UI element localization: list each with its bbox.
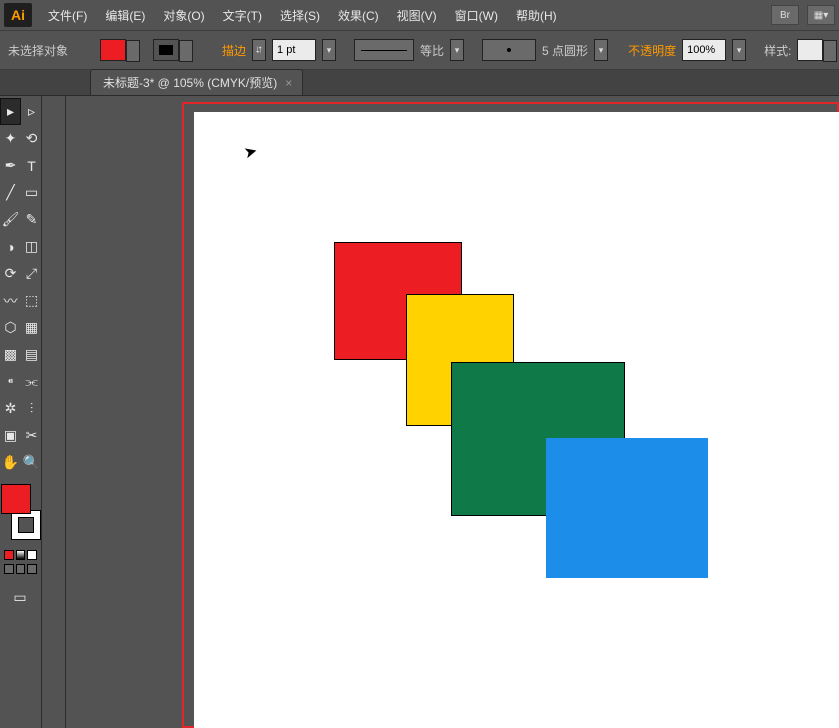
- brush-label: 5 点圆形: [542, 42, 588, 59]
- tool-blend[interactable]: ⫘: [21, 368, 42, 395]
- tool-magic-wand[interactable]: ✦: [0, 125, 21, 152]
- tool-direct-selection[interactable]: ▹: [21, 98, 42, 125]
- opacity-label: 不透明度: [628, 42, 676, 59]
- tool-gradient[interactable]: ▤: [21, 341, 42, 368]
- tool-type[interactable]: T: [21, 152, 42, 179]
- tool-hand[interactable]: ✋: [0, 449, 21, 476]
- workspace: ▸ ▹ ✦ ⟲ ✒ T ╱ ▭ 🖌 ✎ ◑ ◫ ⟳ ⤢ 〰 ⬚ ⬡ ▦ ▩ ▤ …: [0, 96, 839, 728]
- tool-scale[interactable]: ⤢: [21, 260, 42, 287]
- tool-free-transform[interactable]: ⬚: [21, 287, 42, 314]
- brush-menu[interactable]: ▾: [594, 39, 608, 61]
- no-selection-label: 未选择对象: [8, 42, 68, 59]
- menu-help[interactable]: 帮助(H): [508, 3, 565, 28]
- rect-blue[interactable]: [546, 438, 708, 578]
- stroke-weight-input[interactable]: 1 pt: [272, 39, 316, 61]
- menubar: Ai 文件(F) 编辑(E) 对象(O) 文字(T) 选择(S) 效果(C) 视…: [0, 0, 839, 30]
- style-label: 样式:: [764, 42, 791, 59]
- stroke-weight-menu[interactable]: ▾: [322, 39, 336, 61]
- cursor-icon: ➤: [242, 141, 260, 164]
- tool-artboard[interactable]: ▣: [0, 422, 21, 449]
- color-mode-solid[interactable]: [4, 550, 14, 560]
- tool-symbol-sprayer[interactable]: ✲: [0, 395, 21, 422]
- tool-graph[interactable]: ⫶: [21, 395, 42, 422]
- draw-mode-button[interactable]: ▭: [0, 584, 40, 611]
- tool-lasso[interactable]: ⟲: [21, 125, 42, 152]
- tool-slice[interactable]: ✂: [21, 422, 42, 449]
- fill-color-icon[interactable]: [1, 484, 31, 514]
- fill-swatch[interactable]: [100, 39, 126, 61]
- document-tab-title: 未标题-3* @ 105% (CMYK/预览): [103, 74, 277, 91]
- menu-file[interactable]: 文件(F): [40, 3, 95, 28]
- tool-pencil[interactable]: ✎: [21, 206, 42, 233]
- screen-mode-present[interactable]: [27, 564, 37, 574]
- bridge-button[interactable]: Br: [771, 5, 799, 25]
- menu-type[interactable]: 文字(T): [215, 3, 270, 28]
- tool-zoom[interactable]: 🔍: [21, 449, 42, 476]
- document-tab[interactable]: 未标题-3* @ 105% (CMYK/预览) ×: [90, 69, 303, 95]
- brush-preview[interactable]: [482, 39, 536, 61]
- tool-mesh[interactable]: ▩: [0, 341, 21, 368]
- tool-selection[interactable]: ▸: [0, 98, 21, 125]
- tools-panel: ▸ ▹ ✦ ⟲ ✒ T ╱ ▭ 🖌 ✎ ◑ ◫ ⟳ ⤢ 〰 ⬚ ⬡ ▦ ▩ ▤ …: [0, 96, 42, 728]
- document-tabs: 未标题-3* @ 105% (CMYK/预览) ×: [0, 70, 839, 96]
- screen-mode-full[interactable]: [16, 564, 26, 574]
- screen-mode-row: [0, 562, 41, 576]
- menu-window[interactable]: 窗口(W): [447, 3, 506, 28]
- options-bar: 未选择对象 描边 ⮃ 1 pt ▾ 等比 ▾ 5 点圆形 ▾ 不透明度 100%…: [0, 30, 839, 70]
- artboard[interactable]: ➤: [194, 112, 839, 728]
- stroke-swatch[interactable]: [153, 39, 179, 61]
- screen-mode-normal[interactable]: [4, 564, 14, 574]
- tool-shape-builder[interactable]: ⬡: [0, 314, 21, 341]
- tool-paintbrush[interactable]: 🖌: [0, 206, 21, 233]
- stroke-label: 描边: [222, 42, 246, 59]
- stroke-color-icon[interactable]: [11, 510, 41, 540]
- stroke-profile-preview[interactable]: [354, 39, 414, 61]
- document-tab-close[interactable]: ×: [285, 76, 292, 90]
- menu-object[interactable]: 对象(O): [155, 3, 212, 28]
- menu-view[interactable]: 视图(V): [389, 3, 445, 28]
- tool-width[interactable]: 〰: [0, 287, 21, 314]
- canvas-area[interactable]: ➤: [42, 96, 839, 728]
- menu-select[interactable]: 选择(S): [272, 3, 328, 28]
- tool-rotate[interactable]: ⟳: [0, 260, 21, 287]
- opacity-menu[interactable]: ▾: [732, 39, 746, 61]
- color-mode-gradient[interactable]: [16, 550, 26, 560]
- tool-perspective[interactable]: ▦: [21, 314, 42, 341]
- tool-blob-brush[interactable]: ◑: [0, 233, 21, 260]
- tool-rectangle[interactable]: ▭: [21, 179, 42, 206]
- tool-pen[interactable]: ✒: [0, 152, 21, 179]
- app-logo: Ai: [4, 3, 32, 27]
- tool-line[interactable]: ╱: [0, 179, 21, 206]
- color-mode-row: [0, 548, 41, 562]
- workspace-switcher[interactable]: ▦▾: [807, 5, 835, 25]
- color-mode-none[interactable]: [27, 550, 37, 560]
- menu-edit[interactable]: 编辑(E): [97, 3, 153, 28]
- fill-stroke-indicator[interactable]: [1, 484, 41, 540]
- style-swatch[interactable]: [797, 39, 823, 61]
- stroke-weight-decr[interactable]: ⮃: [252, 39, 266, 61]
- vertical-ruler: [42, 96, 66, 728]
- tool-eyedropper[interactable]: ⁌: [0, 368, 21, 395]
- tool-eraser[interactable]: ◫: [21, 233, 42, 260]
- menu-effect[interactable]: 效果(C): [330, 3, 387, 28]
- uniform-label: 等比: [420, 42, 444, 59]
- opacity-input[interactable]: 100%: [682, 39, 726, 61]
- artboard-bounds: ➤: [182, 102, 839, 728]
- stroke-profile-menu[interactable]: ▾: [450, 39, 464, 61]
